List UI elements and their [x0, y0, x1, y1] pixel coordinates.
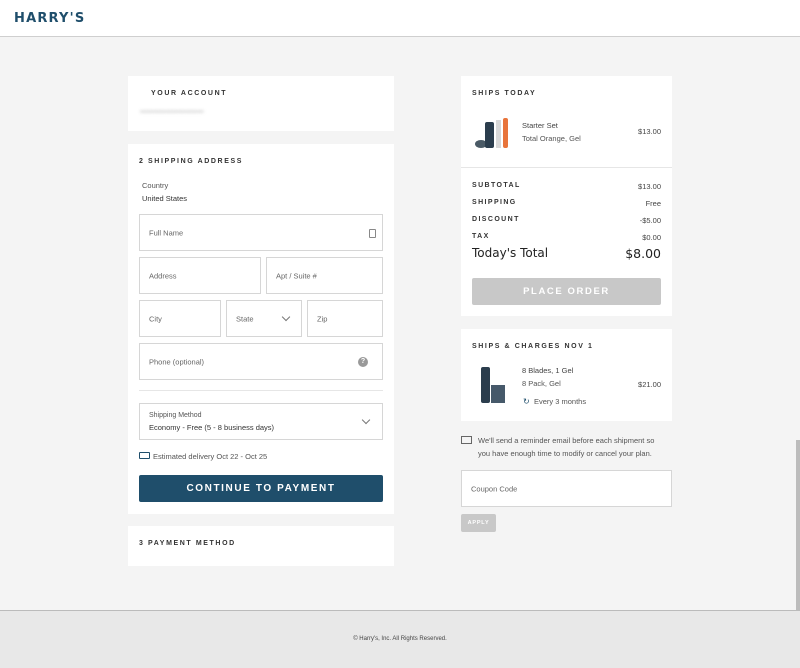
starter-set-name: Starter Set: [522, 121, 558, 130]
blades-pack-image: [479, 367, 509, 405]
subscription-heading: SHIPS & CHARGES NOV 1: [472, 343, 594, 350]
account-heading: YOUR ACCOUNT: [151, 90, 228, 97]
blades-variant: 8 Pack, Gel: [522, 379, 561, 388]
shipping-row: SHIPPING Free: [472, 199, 661, 209]
starter-set-variant: Total Orange, Gel: [522, 134, 581, 143]
continue-to-payment-button[interactable]: CONTINUE TO PAYMENT: [139, 475, 383, 502]
apt-suite-placeholder: Apt / Suite #: [276, 271, 317, 280]
shipping-label: SHIPPING: [472, 199, 517, 206]
reminder-line-2: you have enough time to modify or cancel…: [478, 449, 652, 458]
zip-placeholder: Zip: [317, 314, 328, 323]
phone-field[interactable]: Phone (optional) ?: [139, 343, 383, 380]
shipping-card: 2 SHIPPING ADDRESS Country United States…: [128, 144, 394, 514]
tax-label: TAX: [472, 233, 490, 240]
refresh-icon: ↻: [523, 397, 530, 406]
chevron-down-icon: [281, 312, 291, 322]
divider: [461, 167, 672, 168]
subscription-frequency: Every 3 months: [534, 397, 587, 406]
country-value[interactable]: United States: [142, 194, 187, 203]
address-placeholder: Address: [149, 271, 177, 280]
discount-value: -$5.00: [639, 216, 661, 225]
copyright-text: © Harry's, Inc. All Rights Reserved.: [353, 636, 447, 642]
subtotal-value: $13.00: [638, 182, 661, 191]
shipping-method-label: Shipping Method: [149, 412, 202, 419]
starter-set-image: [473, 118, 513, 152]
shipping-value: Free: [645, 199, 661, 208]
state-select[interactable]: State: [226, 300, 302, 337]
country-label: Country: [142, 181, 169, 190]
city-field[interactable]: City: [139, 300, 221, 337]
tax-value: $0.00: [642, 233, 661, 242]
subtotal-row: SUBTOTAL $13.00: [472, 182, 661, 192]
full-name-placeholder: Full Name: [149, 228, 184, 237]
ships-today-card: SHIPS TODAY Starter Set Total Orange, Ge…: [461, 76, 672, 316]
payment-card[interactable]: 3 PAYMENT METHOD: [128, 526, 394, 566]
reminder-line-1: We'll send a reminder email before each …: [478, 436, 655, 445]
total-row: Today's Total $8.00: [472, 246, 661, 266]
top-bar: HARRY'S: [0, 0, 800, 37]
contact-card-icon: [369, 229, 376, 238]
divider: [139, 390, 383, 391]
total-label: Today's Total: [472, 246, 549, 260]
apply-coupon-button[interactable]: APPLY: [461, 514, 496, 532]
reminder-text: We'll send a reminder email before each …: [478, 434, 654, 460]
coupon-placeholder: Coupon Code: [471, 484, 518, 493]
state-placeholder: State: [236, 314, 254, 323]
envelope-icon: [461, 436, 472, 444]
shipping-heading: 2 SHIPPING ADDRESS: [139, 158, 244, 165]
subscription-card: SHIPS & CHARGES NOV 1 8 Blades, 1 Gel 8 …: [461, 329, 672, 421]
zip-field[interactable]: Zip: [307, 300, 383, 337]
delivery-estimate: Estimated delivery Oct 22 - Oct 25: [153, 452, 268, 461]
tax-row: TAX $0.00: [472, 233, 661, 243]
apt-suite-field[interactable]: Apt / Suite #: [266, 257, 383, 294]
discount-row: DISCOUNT -$5.00: [472, 216, 661, 226]
phone-placeholder: Phone (optional): [149, 357, 205, 366]
chevron-down-icon: [361, 415, 371, 425]
discount-label: DISCOUNT: [472, 216, 520, 223]
shipping-method-select[interactable]: Shipping Method Economy - Free (5 - 8 bu…: [139, 403, 383, 440]
subtotal-label: SUBTOTAL: [472, 182, 521, 189]
account-card: YOUR ACCOUNT ••••••••••••••••••••••••••: [128, 76, 394, 131]
address-field[interactable]: Address: [139, 257, 261, 294]
harrys-logo[interactable]: HARRY'S: [14, 11, 85, 26]
payment-heading: 3 PAYMENT METHOD: [139, 540, 236, 547]
shipping-method-value: Economy - Free (5 - 8 business days): [149, 423, 275, 432]
blades-name: 8 Blades, 1 Gel: [522, 366, 574, 375]
blades-price: $21.00: [638, 380, 661, 389]
truck-icon: [139, 452, 150, 459]
full-name-field[interactable]: Full Name: [139, 214, 383, 251]
account-email: ••••••••••••••••••••••••••: [140, 109, 204, 116]
scrollbar[interactable]: [796, 440, 800, 610]
place-order-button[interactable]: PLACE ORDER: [472, 278, 661, 305]
city-placeholder: City: [149, 314, 162, 323]
footer: © Harry's, Inc. All Rights Reserved.: [0, 610, 800, 668]
coupon-field[interactable]: Coupon Code: [461, 470, 672, 507]
total-value: $8.00: [625, 246, 661, 261]
help-icon[interactable]: ?: [358, 357, 368, 367]
starter-set-price: $13.00: [638, 127, 661, 136]
ships-today-heading: SHIPS TODAY: [472, 90, 537, 97]
